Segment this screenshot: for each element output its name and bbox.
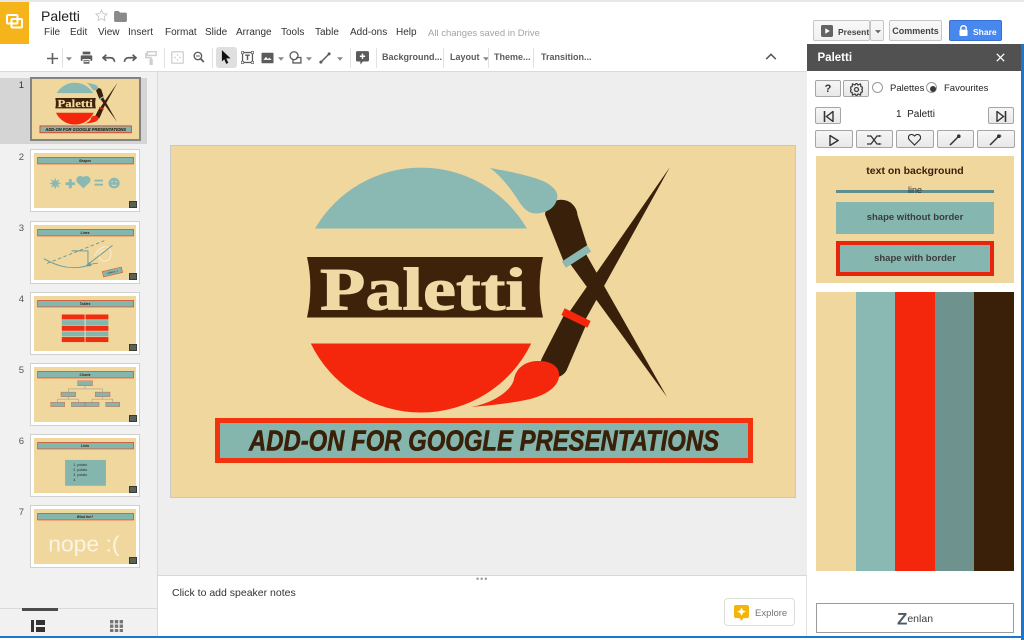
svg-text:nope :(: nope :( xyxy=(48,532,120,556)
svg-text:Tables: Tables xyxy=(80,301,91,305)
svg-text:Lists: Lists xyxy=(81,444,89,448)
svg-text:Charts: Charts xyxy=(80,373,91,377)
svg-text:2. potato: 2. potato xyxy=(73,468,87,472)
svg-text:1. potato: 1. potato xyxy=(73,463,87,467)
svg-text:4.: 4. xyxy=(73,478,76,482)
svg-text:3. potato: 3. potato xyxy=(73,473,87,477)
svg-text:Shapes: Shapes xyxy=(79,159,91,163)
svg-text:What the?: What the? xyxy=(77,515,94,519)
svg-text:Lines: Lines xyxy=(81,230,90,234)
